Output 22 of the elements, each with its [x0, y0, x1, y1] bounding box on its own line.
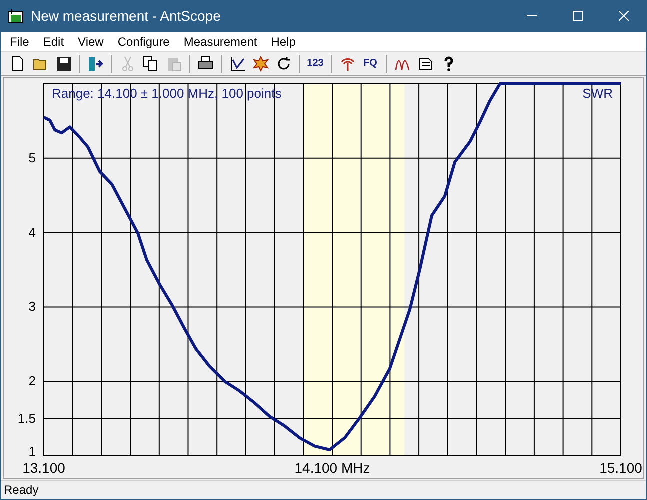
window-title: New measurement - AntScope: [31, 8, 222, 24]
menu-item[interactable]: Measurement: [176, 34, 264, 48]
toolbar-button[interactable]: 123: [305, 53, 326, 74]
menu-item[interactable]: View: [71, 34, 111, 48]
axis-label: 15.100: [600, 460, 642, 476]
axis-label: 2: [28, 374, 36, 389]
menu-item[interactable]: Edit: [36, 34, 72, 48]
axis-label: 1: [28, 444, 36, 459]
close-icon[interactable]: [619, 11, 629, 21]
toolbar-button[interactable]: FQ: [360, 53, 381, 74]
axis-label: 1.5: [18, 410, 36, 426]
menu-item[interactable]: File: [3, 34, 36, 48]
status-text: Ready: [3, 483, 39, 497]
axis-label: 14.100 MHz: [294, 460, 370, 476]
menu-item[interactable]: Configure: [110, 34, 177, 48]
axis-label: 4: [28, 224, 36, 240]
axis-label: 3: [28, 299, 36, 314]
axis-label: 5: [28, 150, 36, 166]
app-icon: [8, 8, 24, 24]
menu-item[interactable]: Help: [264, 34, 303, 48]
axis-label: 13.100: [22, 460, 66, 476]
maximize-icon[interactable]: [573, 11, 583, 21]
